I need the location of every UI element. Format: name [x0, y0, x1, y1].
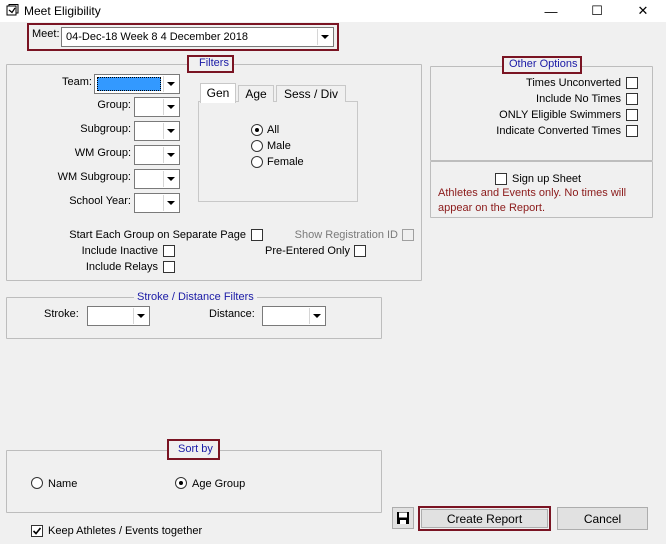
checkmark-icon — [32, 527, 42, 535]
create-report-button[interactable]: Create Report — [421, 509, 548, 528]
close-icon: ✕ — [637, 3, 649, 18]
subgroup-select[interactable] — [134, 121, 180, 141]
gender-male-label: Male — [267, 140, 291, 152]
school-year-label: School Year: — [69, 195, 131, 207]
gender-female-label: Female — [267, 156, 304, 168]
include-relays-checkbox[interactable] — [163, 261, 175, 273]
chevron-down-icon — [163, 147, 178, 163]
pre-entered-only-checkbox[interactable] — [354, 245, 366, 257]
meet-select[interactable]: 04-Dec-18 Week 8 4 December 2018 — [61, 27, 334, 47]
show-registration-id-checkbox[interactable] — [402, 229, 414, 241]
floppy-disk-icon — [397, 512, 409, 524]
meet-select-value: 04-Dec-18 Week 8 4 December 2018 — [66, 31, 249, 43]
chevron-down-icon — [133, 308, 148, 324]
sort-name-label: Name — [48, 478, 78, 490]
minimize-icon: — — [544, 3, 558, 19]
tab-sess-div[interactable]: Sess / Div — [276, 85, 346, 102]
gender-female-radio[interactable] — [251, 156, 263, 168]
chevron-down-icon — [163, 99, 178, 115]
keep-together-checkbox[interactable] — [31, 525, 43, 537]
team-select-highlight — [97, 77, 161, 91]
only-eligible-swimmers-checkbox[interactable] — [626, 109, 638, 121]
wm-subgroup-select[interactable] — [134, 169, 180, 189]
include-no-times-label: Include No Times — [536, 93, 621, 105]
team-select[interactable] — [94, 74, 180, 94]
keep-together-label: Keep Athletes / Events together — [48, 525, 203, 537]
save-button[interactable] — [392, 507, 414, 529]
maximize-icon: ☐ — [591, 3, 603, 18]
group-label: Group: — [97, 99, 131, 111]
gender-all-label: All — [267, 124, 280, 136]
chevron-down-icon — [317, 29, 332, 45]
school-year-select[interactable] — [134, 193, 180, 213]
distance-label: Distance: — [209, 308, 255, 320]
sort-age-group-radio[interactable] — [175, 477, 187, 489]
start-each-group-label: Start Each Group on Separate Page — [69, 229, 246, 241]
wm-group-label: WM Group: — [74, 147, 131, 159]
app-icon — [6, 4, 19, 16]
filters-legend: Filters — [196, 57, 232, 70]
gender-all-radio[interactable] — [251, 124, 263, 136]
indicate-converted-times-checkbox[interactable] — [626, 125, 638, 137]
other-options-legend: Other Options — [506, 58, 581, 71]
maximize-button[interactable]: ☐ — [574, 0, 620, 22]
chevron-down-icon — [163, 76, 178, 92]
include-relays-label: Include Relays — [85, 261, 158, 273]
sort-age-group-label: Age Group — [192, 478, 246, 490]
indicate-converted-times-label: Indicate Converted Times — [496, 125, 621, 137]
stroke-distance-legend: Stroke / Distance Filters — [134, 291, 257, 304]
tab-age[interactable]: Age — [238, 85, 274, 102]
meet-label: Meet: — [32, 28, 60, 40]
group-select[interactable] — [134, 97, 180, 117]
show-registration-id-label: Show Registration ID — [294, 229, 398, 241]
pre-entered-only-label: Pre-Entered Only — [265, 245, 350, 257]
include-inactive-checkbox[interactable] — [163, 245, 175, 257]
tab-gen[interactable]: Gen — [200, 83, 236, 103]
chevron-down-icon — [309, 308, 324, 324]
subgroup-label: Subgroup: — [80, 123, 131, 135]
include-no-times-checkbox[interactable] — [626, 93, 638, 105]
team-label: Team: — [62, 76, 92, 88]
minimize-button[interactable]: — — [528, 0, 574, 22]
stroke-label: Stroke: — [44, 308, 79, 320]
sort-name-radio[interactable] — [31, 477, 43, 489]
gender-male-radio[interactable] — [251, 140, 263, 152]
close-button[interactable]: ✕ — [620, 0, 666, 22]
only-eligible-swimmers-label: ONLY Eligible Swimmers — [499, 109, 621, 121]
include-inactive-label: Include Inactive — [81, 245, 158, 257]
times-unconverted-checkbox[interactable] — [626, 77, 638, 89]
chevron-down-icon — [163, 171, 178, 187]
signup-sheet-label: Sign up Sheet — [512, 173, 582, 185]
times-unconverted-label: Times Unconverted — [526, 77, 621, 89]
stroke-select[interactable] — [87, 306, 150, 326]
wm-subgroup-label: WM Subgroup: — [57, 171, 131, 183]
signup-sheet-checkbox[interactable] — [495, 173, 507, 185]
wm-group-select[interactable] — [134, 145, 180, 165]
start-each-group-checkbox[interactable] — [251, 229, 263, 241]
chevron-down-icon — [163, 195, 178, 211]
window-title: Meet Eligibility — [24, 4, 101, 18]
distance-select[interactable] — [262, 306, 326, 326]
chevron-down-icon — [163, 123, 178, 139]
cancel-button[interactable]: Cancel — [557, 507, 648, 530]
signup-note: Athletes and Events only. No times will … — [438, 187, 627, 214]
sort-by-legend: Sort by — [175, 443, 216, 456]
